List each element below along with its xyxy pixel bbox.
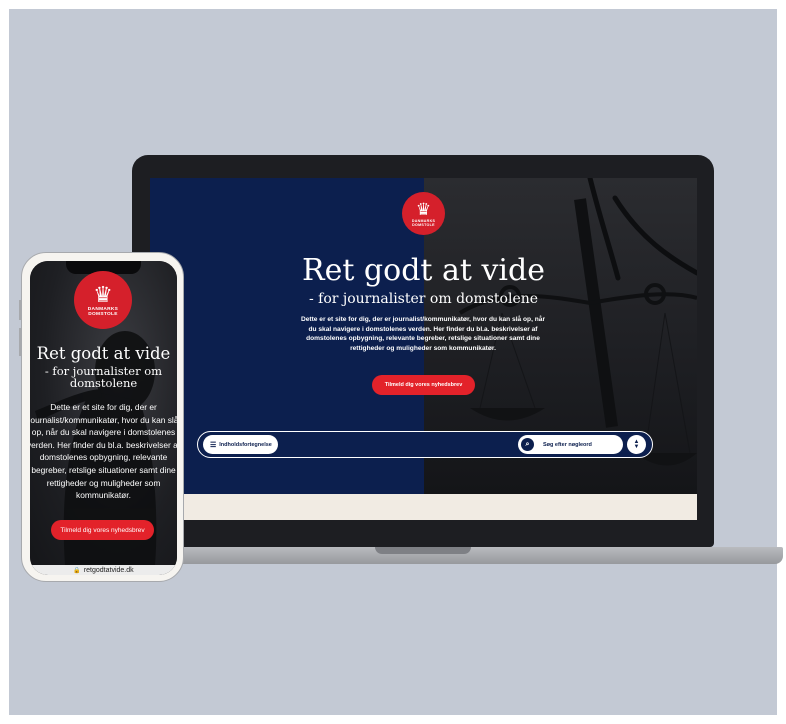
content-section-strip	[150, 494, 697, 520]
hero-title: Ret godt at vide	[302, 253, 545, 288]
toc-label: Indholdsfortegnelse	[219, 441, 272, 448]
seal-text: DANMARKS DOMSTOLE	[87, 306, 119, 317]
lock-icon: 🔒	[73, 567, 81, 574]
url-text: retgodtatvide.dk	[83, 566, 134, 574]
phone-screen: ♛ DANMARKS DOMSTOLE Ret godt at vide - f…	[30, 261, 177, 575]
hero-description: Dette er et site for dig, der er journal…	[30, 402, 177, 501]
search-placeholder: Søg efter nøgleord	[543, 441, 592, 448]
laptop-screen: ♛ DANMARKS DOMSTOLE Ret godt at vide - f…	[150, 178, 697, 520]
newsletter-signup-button[interactable]: Tilmeld dig vores nyhedsbrev	[372, 375, 475, 395]
danmarks-domstole-seal: ♛ DANMARKS DOMSTOLE	[74, 271, 132, 329]
sort-toggle-icon[interactable]: ▲ ▼	[627, 435, 646, 454]
phone-frame: ♛ DANMARKS DOMSTOLE Ret godt at vide - f…	[21, 252, 184, 582]
search-icon: ⌕	[521, 438, 534, 451]
bottom-navigation-bar: ☰ Indholdsfortegnelse ⌕ Søg efter nøgleo…	[197, 431, 653, 458]
browser-url-bar[interactable]: 🔒 retgodtatvide.dk	[30, 565, 177, 575]
crown-icon: ♛	[93, 281, 113, 307]
newsletter-signup-button[interactable]: Tilmeld dig vores nyhedsbrev	[51, 520, 154, 540]
hamburger-menu-icon: ☰	[210, 441, 217, 449]
hero-title: Ret godt at vide	[36, 344, 171, 363]
table-of-contents-button[interactable]: ☰ Indholdsfortegnelse	[203, 435, 278, 454]
hero-subtitle-line: domstolene	[69, 376, 138, 390]
laptop-base-notch	[375, 547, 471, 554]
hero-subtitle: - for journalister om domstolene	[30, 365, 177, 389]
danmarks-domstole-seal: ♛ DANMARKS DOMSTOLE	[402, 192, 445, 235]
hero-subtitle: - for journalister om domstolene	[308, 291, 539, 307]
hero-description: Dette er et site for dig, der er journal…	[300, 316, 546, 352]
search-input[interactable]: ⌕ Søg efter nøgleord	[518, 435, 623, 454]
crown-icon: ♛	[415, 199, 432, 219]
seal-text: DANMARKS DOMSTOLE	[411, 218, 436, 227]
